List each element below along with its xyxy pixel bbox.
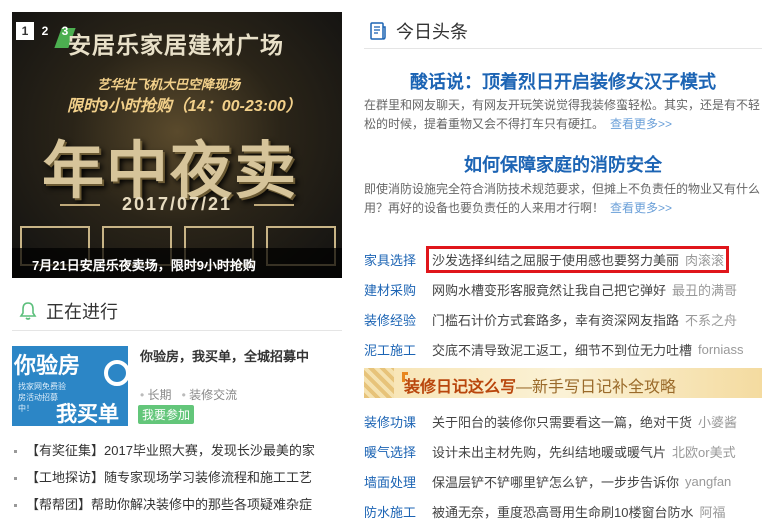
news-title-link[interactable]: 交底不清导致泥工返工，细节不到位无力吐槽: [432, 340, 692, 359]
slide-pager: 1 2 3: [16, 22, 74, 40]
news-row: 建材采购 网购水槽变形客服竟然让我自己把它弹好 最丑的满哥: [364, 274, 762, 304]
news-row: 暖气选择 设计未出主材先购，先纠结地暖或暖气片 北欧or美式: [364, 436, 762, 466]
news-row: 家具选择 沙发选择纠结之屈服于使用感也要努力美丽 肉滚滚: [364, 244, 762, 274]
today-header: 今日头条: [368, 18, 468, 44]
news-title-link[interactable]: 沙发选择纠结之屈服于使用感也要努力美丽: [432, 250, 679, 269]
promo-meta: • 长期 • 装修交流: [140, 386, 237, 403]
headline-title-link[interactable]: 酸话说：顶着烈日开启装修女汉子模式: [364, 68, 762, 94]
decor-line: [254, 204, 294, 206]
news-list-top: 家具选择 沙发选择纠结之屈服于使用感也要努力美丽 肉滚滚 建材采购 网购水槽变形…: [364, 244, 762, 364]
slide-dot[interactable]: 3: [56, 22, 74, 40]
news-author[interactable]: 北欧or美式: [672, 442, 736, 461]
diary-banner-text: 装修日记这么写—新手写日记补全攻略: [404, 373, 676, 397]
news-title-link[interactable]: 设计未出主材先购，先纠结地暖或暖气片: [432, 442, 666, 461]
headline-desc: 即使消防设施完全符合消防技术规范要求，但摊上不负责任的物业又有什么用？再好的设备…: [364, 180, 762, 218]
promo-banner[interactable]: 1 2 3 安居乐家居建材广场 艺华壮飞机大巴空降现场 限时9小时抢购（14：0…: [12, 12, 342, 278]
ongoing-title: 正在进行: [46, 302, 118, 322]
news-title-link[interactable]: 门槛石计价方式套路多，幸有资深网友指路: [432, 310, 679, 329]
category-link[interactable]: 装修功课: [364, 412, 432, 431]
diary-banner-rest: —新手写日记补全攻略: [516, 379, 677, 396]
news-title-link[interactable]: 关于阳台的装修你只需要看这一篇，绝对干货: [432, 412, 692, 431]
decor-stripe: [364, 368, 394, 398]
promo-img-line1: 你验房: [14, 353, 81, 378]
news-author[interactable]: forniass: [698, 342, 744, 357]
news-row: 墙面处理 保温层铲不铲哪里铲怎么铲，一步步告诉你 yangfan: [364, 466, 762, 496]
news-author[interactable]: 小婆酱: [698, 412, 737, 431]
headline-desc-text: 即使消防设施完全符合消防技术规范要求，但摊上不负责任的物业又有什么用？再好的设备…: [364, 182, 761, 215]
headline-title-link[interactable]: 如何保障家庭的消防安全: [364, 151, 762, 177]
banner-brand: 安居乐家居建材广场: [68, 32, 284, 58]
news-title-link[interactable]: 保温层铲不铲哪里铲怎么铲，一步步告诉你: [432, 472, 679, 491]
divider: [364, 48, 762, 49]
slide-dot[interactable]: 2: [36, 22, 54, 40]
news-author[interactable]: 不系之舟: [685, 310, 737, 329]
magnifier-icon: [104, 360, 128, 386]
ongoing-header: 正在进行: [18, 298, 118, 324]
banner-subtitle: 艺华壮飞机大巴空降现场: [97, 77, 241, 92]
category-link[interactable]: 暖气选择: [364, 442, 432, 461]
category-link[interactable]: 泥工施工: [364, 340, 432, 359]
banner-caption[interactable]: 7月21日安居乐夜卖场，限时9小时抢购: [12, 248, 342, 278]
category-link[interactable]: 防水施工: [364, 502, 432, 521]
headline-desc-text: 在群里和网友聊天，有网友开玩笑说觉得我装修蛮轻松。其实，还是有不轻松的时候，提着…: [364, 98, 761, 131]
promo-img-line3: 我买单: [56, 403, 119, 426]
promo-thumbnail[interactable]: 你验房 找家网免费验房活动招募中！ 我买单: [12, 346, 128, 426]
diary-banner-strong: 装修日记这么写: [404, 379, 517, 396]
ongoing-list: 【有奖征集】2017毕业照大赛，发现长沙最美的家 【工地探访】随专家现场学习装修…: [12, 440, 342, 521]
news-title-link[interactable]: 网购水槽变形客服竟然让我自己把它弹好: [432, 280, 666, 299]
news-title-link[interactable]: 被通无奈，重度恐高哥用生命刷10楼窗台防水: [432, 502, 693, 521]
diary-guide-banner[interactable]: 装修日记这么写—新手写日记补全攻略: [364, 368, 762, 398]
today-title: 今日头条: [396, 22, 468, 42]
banner-time: 限时9小时抢购（14：00-23:00）: [67, 98, 302, 115]
list-item[interactable]: 【工地探访】随专家现场学习装修流程和施工工艺: [12, 467, 342, 494]
news-author[interactable]: 最丑的满哥: [672, 280, 737, 299]
promo-type: 装修交流: [189, 388, 238, 402]
bell-icon: [19, 302, 37, 320]
news-list-bottom: 装修功课 关于阳台的装修你只需要看这一篇，绝对干货 小婆酱 暖气选择 设计未出主材…: [364, 406, 762, 526]
slide-dot[interactable]: 1: [16, 22, 34, 40]
list-item[interactable]: 【帮帮团】帮助你解决装修中的那些各项疑难杂症: [12, 494, 342, 521]
news-row: 装修功课 关于阳台的装修你只需要看这一篇，绝对干货 小婆酱: [364, 406, 762, 436]
more-link[interactable]: 查看更多>>: [610, 117, 672, 131]
newspaper-icon: [370, 22, 386, 40]
news-row: 防水施工 被通无奈，重度恐高哥用生命刷10楼窗台防水 阿福: [364, 496, 762, 526]
news-row: 装修经验 门槛石计价方式套路多，幸有资深网友指路 不系之舟: [364, 304, 762, 334]
category-link[interactable]: 装修经验: [364, 310, 432, 329]
tag-icon: •: [181, 388, 190, 402]
news-author[interactable]: 肉滚滚: [685, 250, 724, 269]
highlighted-news-box: 沙发选择纠结之屈服于使用感也要努力美丽 肉滚滚: [426, 245, 730, 273]
promo-title-link[interactable]: 你验房，我买单，全城招募中: [140, 346, 309, 365]
divider: [12, 330, 342, 331]
category-link[interactable]: 墙面处理: [364, 472, 432, 491]
news-author[interactable]: yangfan: [685, 474, 731, 489]
list-item[interactable]: 【有奖征集】2017毕业照大赛，发现长沙最美的家: [12, 440, 342, 467]
join-button[interactable]: 我要参加: [138, 405, 195, 424]
more-link[interactable]: 查看更多>>: [610, 201, 672, 215]
category-link[interactable]: 建材采购: [364, 280, 432, 299]
headline-desc: 在群里和网友聊天，有网友开玩笑说觉得我装修蛮轻松。其实，还是有不轻松的时候，提着…: [364, 96, 762, 134]
category-link[interactable]: 家具选择: [364, 250, 432, 269]
promo-duration: 长期: [147, 388, 172, 402]
news-author[interactable]: 阿福: [699, 502, 725, 521]
news-row: 泥工施工 交底不清导致泥工返工，细节不到位无力吐槽 forniass: [364, 334, 762, 364]
location-icon: •: [140, 388, 148, 402]
